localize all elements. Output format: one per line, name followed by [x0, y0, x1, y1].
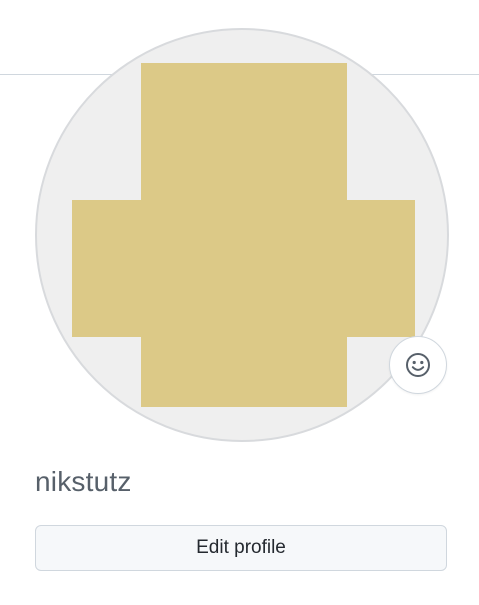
identicon-block	[72, 200, 415, 337]
avatar[interactable]	[35, 28, 449, 442]
smiley-icon	[406, 353, 430, 377]
username: nikstutz	[35, 466, 132, 497]
edit-profile-button[interactable]: Edit profile	[35, 525, 447, 571]
avatar-container	[35, 28, 449, 442]
identicon-image	[72, 63, 415, 407]
set-status-button[interactable]	[389, 336, 447, 394]
profile-sidebar: nikstutz Edit profile	[0, 0, 479, 605]
